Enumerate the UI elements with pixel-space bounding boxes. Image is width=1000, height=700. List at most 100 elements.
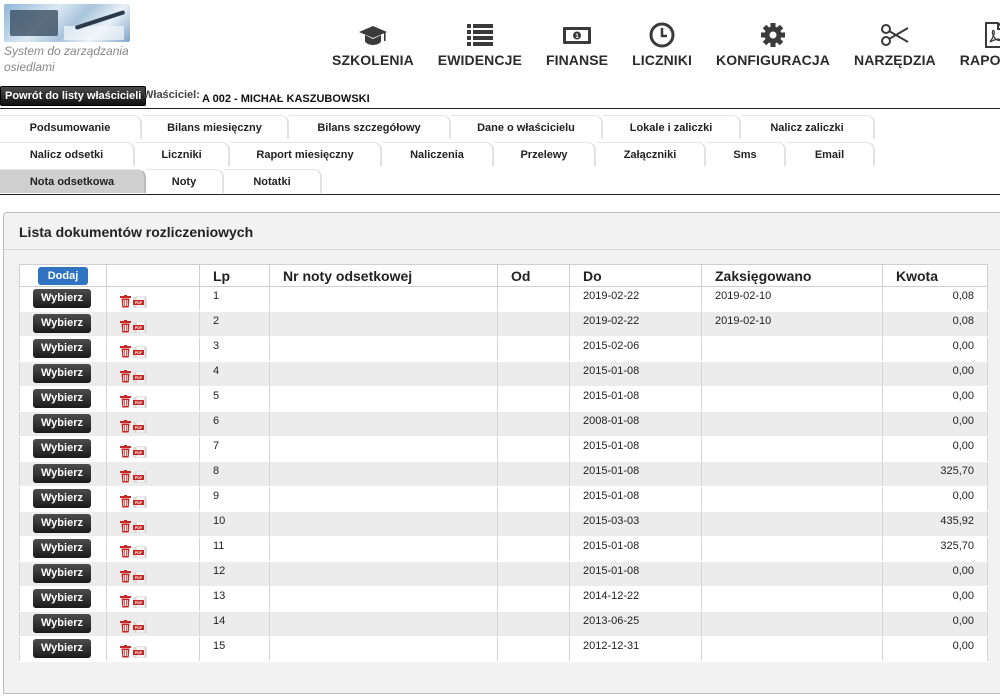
tab-email[interactable]: Email	[786, 142, 875, 166]
select-button[interactable]: Wybierz	[33, 539, 91, 558]
logo[interactable]: System do zarządzania osiedlami	[0, 0, 135, 80]
select-button[interactable]: Wybierz	[33, 639, 91, 658]
column-header-zaksiegowano[interactable]: Zaksięgowano	[701, 264, 883, 287]
pdf-icon[interactable]: PDF	[133, 396, 147, 408]
pdf-icon[interactable]: PDF	[133, 421, 147, 433]
pdf-icon[interactable]: PDF	[133, 521, 147, 533]
cell-do: 2019-02-22	[569, 311, 702, 337]
cell-do: 2015-01-08	[569, 386, 702, 412]
trash-icon[interactable]	[120, 420, 131, 433]
tab-naliczenia[interactable]: Naliczenia	[382, 142, 494, 166]
pdf-file-icon	[985, 22, 1000, 48]
cell-nr	[269, 436, 498, 462]
trash-icon[interactable]	[120, 545, 131, 558]
row-actions-cell: PDF	[106, 411, 200, 437]
select-button[interactable]: Wybierz	[33, 439, 91, 458]
tab-nalicz-odsetki[interactable]: Nalicz odsetki	[0, 142, 135, 166]
column-header-lp[interactable]: Lp	[199, 264, 270, 287]
pdf-icon[interactable]: PDF	[133, 471, 147, 483]
cell-lp: 1	[199, 286, 270, 312]
pdf-icon[interactable]: PDF	[133, 371, 147, 383]
select-button[interactable]: Wybierz	[33, 414, 91, 433]
trash-icon[interactable]	[120, 445, 131, 458]
cell-lp: 10	[199, 511, 270, 537]
column-header-od[interactable]: Od	[497, 264, 570, 287]
cell-do: 2008-01-08	[569, 411, 702, 437]
pdf-icon[interactable]: PDF	[133, 646, 147, 658]
tab-noty[interactable]: Noty	[146, 169, 224, 193]
nav-liczniki[interactable]: LICZNIKI	[620, 22, 704, 72]
select-button[interactable]: Wybierz	[33, 289, 91, 308]
cell-nr	[269, 636, 498, 662]
trash-icon[interactable]	[120, 595, 131, 608]
trash-icon[interactable]	[120, 620, 131, 633]
select-button[interactable]: Wybierz	[33, 339, 91, 358]
select-button[interactable]: Wybierz	[33, 364, 91, 383]
row-actions-cell: PDF	[106, 461, 200, 487]
select-button[interactable]: Wybierz	[33, 389, 91, 408]
table-header-row: Dodaj Lp Nr noty odsetkowej Od Do Zaksię…	[19, 264, 988, 287]
tab-sms[interactable]: Sms	[706, 142, 786, 166]
trash-icon[interactable]	[120, 520, 131, 533]
row-actions-cell: PDF	[106, 286, 200, 312]
cell-zaksiegowano	[701, 561, 883, 587]
tab-dane-o-wlascicielu[interactable]: Dane o właścicielu	[451, 115, 603, 139]
select-button[interactable]: Wybierz	[33, 464, 91, 483]
pdf-icon[interactable]: PDF	[133, 321, 147, 333]
cell-lp: 12	[199, 561, 270, 587]
trash-icon[interactable]	[120, 470, 131, 483]
pdf-icon[interactable]: PDF	[133, 496, 147, 508]
nav-konfiguracja[interactable]: KONFIGURACJA	[704, 22, 842, 72]
cell-do: 2015-01-08	[569, 461, 702, 487]
nav-narzedzia[interactable]: NARZĘDZIA	[842, 22, 948, 72]
tab-nalicz-zaliczki[interactable]: Nalicz zaliczki	[741, 115, 875, 139]
select-button[interactable]: Wybierz	[33, 314, 91, 333]
nav-finanse[interactable]: 1 FINANSE	[534, 22, 620, 72]
tab-bilans-miesieczny[interactable]: Bilans miesięczny	[142, 115, 289, 139]
cell-zaksiegowano	[701, 536, 883, 562]
tab-lokale-i-zaliczki[interactable]: Lokale i zaliczki	[603, 115, 741, 139]
cell-lp: 13	[199, 586, 270, 612]
trash-icon[interactable]	[120, 370, 131, 383]
tab-raport-miesieczny[interactable]: Raport miesięczny	[230, 142, 382, 166]
tab-przelewy[interactable]: Przelewy	[494, 142, 596, 166]
pdf-icon[interactable]: PDF	[133, 296, 147, 308]
table-row: Wybierz PDF 4 2015-01-08 0,00	[19, 361, 988, 387]
nav-szkolenia[interactable]: SZKOLENIA	[320, 22, 426, 72]
pdf-icon[interactable]: PDF	[133, 446, 147, 458]
tab-podsumowanie[interactable]: Podsumowanie	[0, 115, 142, 139]
column-header-nr[interactable]: Nr noty odsetkowej	[269, 264, 498, 287]
back-to-owners-button[interactable]: Powrót do listy właścicieli	[0, 86, 147, 106]
add-button[interactable]: Dodaj	[37, 267, 89, 285]
pdf-icon[interactable]: PDF	[133, 546, 147, 558]
nav-raporty[interactable]: RAPORTY	[948, 22, 1000, 72]
select-button[interactable]: Wybierz	[33, 514, 91, 533]
tab-liczniki[interactable]: Liczniki	[135, 142, 230, 166]
select-button[interactable]: Wybierz	[33, 614, 91, 633]
cell-od	[497, 636, 570, 662]
trash-icon[interactable]	[120, 645, 131, 658]
trash-icon[interactable]	[120, 320, 131, 333]
trash-icon[interactable]	[120, 570, 131, 583]
tab-zalaczniki[interactable]: Załączniki	[596, 142, 706, 166]
tab-nota-odsetkowa[interactable]: Nota odsetkowa	[0, 169, 146, 193]
trash-icon[interactable]	[120, 345, 131, 358]
pdf-icon[interactable]: PDF	[133, 346, 147, 358]
nav-ewidencje[interactable]: EWIDENCJE	[426, 22, 534, 72]
pdf-icon[interactable]: PDF	[133, 596, 147, 608]
pdf-icon[interactable]: PDF	[133, 571, 147, 583]
graduation-cap-icon	[358, 26, 387, 45]
pdf-icon[interactable]: PDF	[133, 621, 147, 633]
column-header-do[interactable]: Do	[569, 264, 702, 287]
tab-notatki[interactable]: Notatki	[224, 169, 322, 193]
cell-zaksiegowano	[701, 611, 883, 637]
select-button[interactable]: Wybierz	[33, 589, 91, 608]
select-button[interactable]: Wybierz	[33, 564, 91, 583]
trash-icon[interactable]	[120, 495, 131, 508]
trash-icon[interactable]	[120, 395, 131, 408]
column-header-kwota[interactable]: Kwota	[882, 264, 988, 287]
select-button[interactable]: Wybierz	[33, 489, 91, 508]
cell-kwota: 435,92	[882, 511, 988, 537]
tab-bilans-szczegolowy[interactable]: Bilans szczegółowy	[289, 115, 451, 139]
trash-icon[interactable]	[120, 295, 131, 308]
